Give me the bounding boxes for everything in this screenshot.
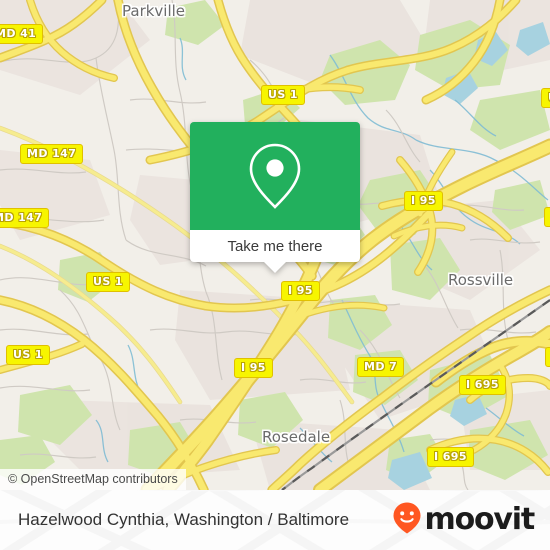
footer-content: Hazelwood Cynthia, Washington / Baltimor… [0, 490, 550, 550]
road-shield-md-147-west: MD 147 [0, 208, 50, 228]
road-shield-us-edge: US [541, 88, 550, 108]
take-me-there-label: Take me there [227, 237, 323, 255]
place-label-rosedale: Rosedale [262, 428, 331, 446]
road-shield-i-95-mid: I 95 [281, 281, 320, 301]
location-callout-card[interactable]: Take me there [190, 122, 360, 273]
map-pin-icon [248, 142, 302, 210]
moovit-wordmark: moovit [424, 502, 536, 537]
location-title: Hazelwood Cynthia, Washington / Baltimor… [18, 510, 350, 529]
road-shield-md-7: MD 7 [357, 357, 405, 377]
footer-bar: Hazelwood Cynthia, Washington / Baltimor… [0, 490, 550, 550]
moovit-brand[interactable]: moovit [392, 501, 536, 540]
callout-icon-area [190, 122, 360, 230]
road-shield-us-1-south: US 1 [6, 345, 50, 365]
road-shield-i-695-south: I 695 [427, 447, 474, 467]
road-shield-us-1-mid: US 1 [86, 272, 130, 292]
road-shield-i-95-south: I 95 [234, 358, 273, 378]
road-shield-i-edge-low: I [545, 347, 550, 367]
place-label-parkville: Parkville [122, 2, 186, 20]
road-shield-i-695-north: I 695 [459, 375, 506, 395]
road-shield-md-41: MD 41 [0, 24, 44, 44]
osm-attribution[interactable]: © OpenStreetMap contributors [0, 469, 186, 490]
map-screen: Parkville Rossville Rosedale MD 41 US 1 … [0, 0, 550, 550]
callout-action-area[interactable]: Take me there [190, 230, 360, 273]
road-shield-md-147: MD 147 [20, 144, 84, 164]
road-shield-i-95-north: I 95 [404, 191, 443, 211]
map-canvas[interactable]: Parkville Rossville Rosedale MD 41 US 1 … [0, 0, 550, 490]
moovit-pin-smiley-icon [392, 501, 422, 540]
callout-pointer [264, 262, 286, 273]
road-shield-us-1: US 1 [261, 85, 305, 105]
place-label-rossville: Rossville [448, 271, 514, 289]
road-shield-i-edge-mid: I [544, 207, 550, 227]
